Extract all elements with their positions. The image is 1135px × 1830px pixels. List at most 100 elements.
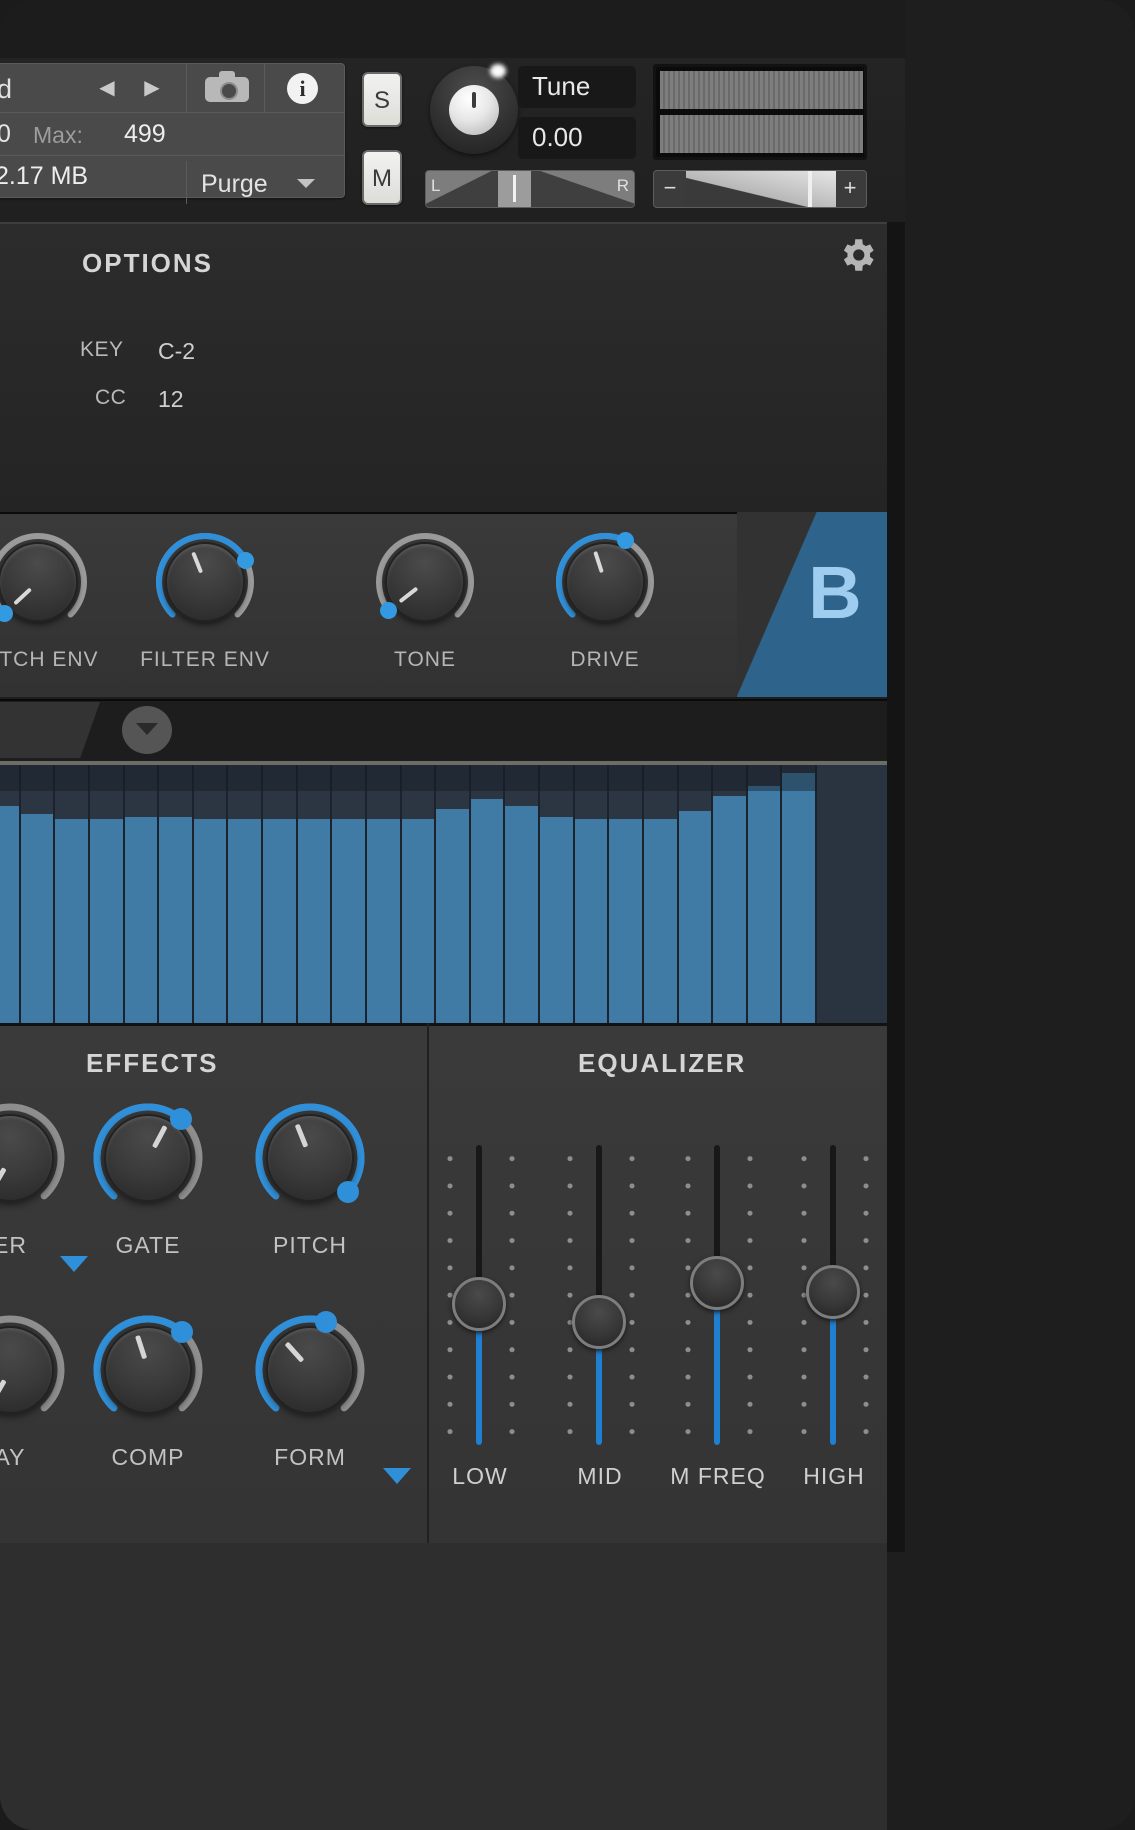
bar-chart-bar[interactable] <box>643 819 677 1023</box>
key-value[interactable]: C-2 <box>158 338 195 365</box>
bar-chart-cell[interactable] <box>228 765 263 1023</box>
effects-knob-comp[interactable]: COMP <box>83 1312 213 1470</box>
snapshot-cell[interactable] <box>186 64 264 112</box>
knob-dial[interactable] <box>373 530 477 634</box>
bar-chart-bar[interactable] <box>401 819 435 1023</box>
knob-dial[interactable] <box>553 530 657 634</box>
knob-dial[interactable] <box>0 530 90 634</box>
bar-chart-cell[interactable] <box>159 765 194 1023</box>
eq-handle[interactable] <box>690 1256 744 1310</box>
bar-chart-bar[interactable] <box>713 795 746 1023</box>
bar-chart-bar[interactable] <box>505 806 538 1023</box>
knob-dial[interactable] <box>252 1100 368 1216</box>
bar-chart-cell[interactable] <box>401 765 437 1023</box>
bar-chart-bar[interactable] <box>747 785 781 1023</box>
tune-knob[interactable] <box>430 64 518 154</box>
bar-chart-bar[interactable] <box>540 816 573 1023</box>
bar-chart-cell[interactable] <box>713 765 748 1023</box>
macro-knob-filter-env[interactable]: FILTER ENV <box>135 530 275 671</box>
bar-chart-bar[interactable] <box>159 816 192 1023</box>
bar-chart-cell[interactable] <box>332 765 367 1023</box>
prev-preset-button[interactable]: ◀ <box>96 78 118 100</box>
velocity-bar-chart[interactable] <box>0 761 887 1023</box>
eq-handle[interactable] <box>452 1277 506 1331</box>
macro-knob-pitch-env[interactable]: PITCH ENV <box>0 530 108 671</box>
knob-dial[interactable] <box>0 1312 68 1428</box>
mute-button[interactable]: M <box>362 150 402 205</box>
knob-dial[interactable] <box>252 1310 368 1428</box>
bar-chart-cell[interactable] <box>574 765 610 1023</box>
bar-chart-cell[interactable] <box>609 765 644 1023</box>
volume-handle[interactable] <box>808 171 812 207</box>
bar-chart-cell[interactable] <box>540 765 575 1023</box>
bar-chart-cell[interactable] <box>782 765 817 1023</box>
eq-handle[interactable] <box>572 1295 626 1349</box>
volume-track[interactable] <box>686 171 836 207</box>
volume-slider[interactable]: − + <box>653 170 867 208</box>
volume-decrease-label[interactable]: − <box>654 171 686 207</box>
bar-chart-cell[interactable] <box>297 765 333 1023</box>
chevron-down-icon[interactable] <box>122 706 172 754</box>
knob-cap[interactable] <box>165 542 245 622</box>
bar-chart-bar[interactable] <box>470 798 504 1023</box>
bar-chart-cell[interactable] <box>193 765 229 1023</box>
bar-chart-bar[interactable] <box>297 819 331 1023</box>
bar-chart-cell[interactable] <box>436 765 471 1023</box>
knob-dial[interactable] <box>90 1312 206 1428</box>
bar-chart-bar[interactable] <box>332 819 365 1023</box>
bar-chart-bar[interactable] <box>193 819 227 1023</box>
bar-chart-cell[interactable] <box>366 765 402 1023</box>
effects-knob-ay[interactable]: AY <box>0 1312 75 1470</box>
bar-chart-bar[interactable] <box>20 814 54 1023</box>
bar-chart-bar[interactable] <box>263 819 296 1023</box>
gear-icon[interactable] <box>836 234 878 276</box>
effects-knob-er[interactable]: ER <box>0 1100 75 1258</box>
macro-knob-drive[interactable]: DRIVE <box>535 530 675 671</box>
info-icon[interactable]: i <box>287 73 318 104</box>
next-preset-button[interactable]: ▶ <box>141 78 163 100</box>
bar-chart-bar[interactable] <box>55 819 88 1023</box>
effects-knob-gate[interactable]: GATE <box>83 1100 213 1258</box>
bar-chart-cell[interactable] <box>89 765 125 1023</box>
bar-chart-cell[interactable] <box>0 765 21 1023</box>
bar-chart-cell[interactable] <box>470 765 506 1023</box>
solo-button[interactable]: S <box>362 72 402 127</box>
effects-knob-pitch[interactable]: PITCH <box>245 1100 375 1258</box>
cc-value[interactable]: 12 <box>158 386 184 413</box>
pan-handle[interactable] <box>498 171 531 207</box>
bar-chart-bar[interactable] <box>366 819 400 1023</box>
chevron-down-icon[interactable] <box>383 1468 411 1484</box>
bar-chart-bar[interactable] <box>436 808 469 1023</box>
camera-icon[interactable] <box>205 71 249 102</box>
bar-chart-bar[interactable] <box>89 819 123 1023</box>
bar-chart-cell[interactable] <box>505 765 540 1023</box>
bar-chart-bar[interactable] <box>782 772 815 1023</box>
effects-knob-form[interactable]: FORM <box>245 1310 375 1470</box>
chevron-down-icon[interactable] <box>60 1256 88 1272</box>
bar-chart-cell[interactable] <box>678 765 714 1023</box>
bar-chart-bars[interactable] <box>0 765 817 1023</box>
bar-chart-bar[interactable] <box>609 819 642 1023</box>
knob-cap[interactable] <box>565 542 645 622</box>
bar-chart-bar[interactable] <box>0 806 19 1023</box>
bar-chart-bar[interactable] <box>678 811 712 1023</box>
bar-chart-cell[interactable] <box>643 765 679 1023</box>
bar-chart-bar[interactable] <box>228 819 261 1023</box>
knob-dial[interactable] <box>0 1100 68 1216</box>
bar-chart-cell[interactable] <box>55 765 90 1023</box>
macro-knob-tone[interactable]: TONE <box>355 530 495 671</box>
volume-increase-label[interactable]: + <box>834 171 866 207</box>
knob-dial[interactable] <box>153 530 257 634</box>
bar-chart-bar[interactable] <box>124 816 158 1023</box>
knob-cap[interactable] <box>266 1326 354 1414</box>
knob-dial[interactable] <box>90 1100 206 1216</box>
eq-handle[interactable] <box>806 1265 860 1319</box>
tune-value[interactable]: 0.00 <box>518 117 636 159</box>
pan-slider[interactable]: L R <box>425 170 635 208</box>
info-cell[interactable]: i <box>264 64 344 112</box>
bar-chart-cell[interactable] <box>20 765 56 1023</box>
bar-chart-bar[interactable] <box>574 819 608 1023</box>
bar-chart-cell[interactable] <box>124 765 160 1023</box>
bar-chart-cell[interactable] <box>747 765 783 1023</box>
bar-chart-cell[interactable] <box>263 765 298 1023</box>
